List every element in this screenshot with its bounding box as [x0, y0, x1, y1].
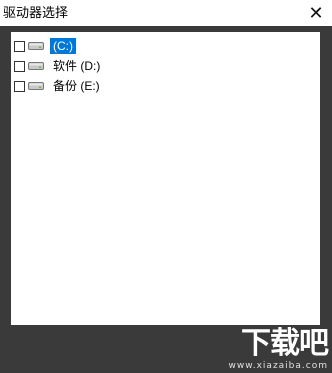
drive-checkbox[interactable] — [14, 80, 25, 92]
drive-label[interactable]: 备份 (E:) — [50, 78, 103, 94]
drive-tree-panel: (C:) 软件 (D:) 备份 (E:) — [11, 32, 320, 325]
drive-item-d[interactable]: 软件 (D:) — [14, 57, 103, 75]
watermark-url: www.xiazaiba.com — [228, 361, 328, 371]
drive-icon — [28, 82, 44, 90]
drive-label[interactable]: (C:) — [50, 38, 76, 54]
drive-tree: (C:) 软件 (D:) 备份 (E:) — [14, 37, 103, 97]
title-bar: 驱动器选择 ✕ — [0, 0, 332, 26]
drive-item-e[interactable]: 备份 (E:) — [14, 77, 103, 95]
drive-label[interactable]: 软件 (D:) — [50, 58, 103, 74]
window-title: 驱动器选择 — [3, 5, 69, 20]
drive-select-dialog: 驱动器选择 ✕ (C:) 软件 (D:) 备份 (E:) 下载吧 www.xia… — [0, 0, 332, 373]
drive-icon — [28, 42, 44, 50]
watermark-brand: 下载吧 — [241, 326, 329, 361]
watermark: 下载吧 www.xiazaiba.com — [228, 326, 329, 372]
drive-checkbox[interactable] — [14, 60, 25, 72]
drive-checkbox[interactable] — [14, 40, 25, 52]
drive-icon — [28, 62, 44, 70]
close-button[interactable]: ✕ — [306, 3, 326, 23]
drive-item-c[interactable]: (C:) — [14, 37, 103, 55]
